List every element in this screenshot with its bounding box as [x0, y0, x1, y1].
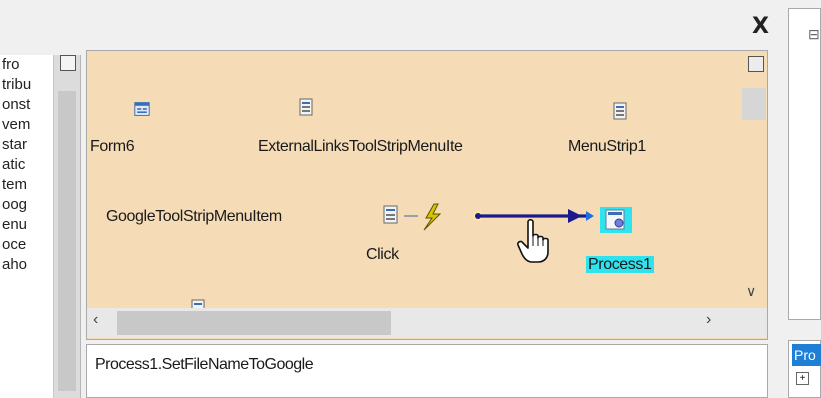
collapse-icon[interactable]: ⊟ [808, 26, 820, 43]
component-label-google[interactable]: GoogleToolStripMenuItem [106, 208, 282, 226]
right-top-panel [788, 8, 821, 320]
event-label[interactable]: Click [366, 246, 399, 264]
list-item[interactable]: tribu [0, 75, 52, 95]
scroll-down-icon[interactable]: ∨ [746, 283, 756, 300]
component-icon[interactable] [612, 102, 628, 125]
list-item[interactable]: aho [0, 255, 52, 275]
designer-canvas[interactable] [86, 50, 768, 340]
horizontal-scrollbar-thumb[interactable] [117, 311, 391, 335]
vertical-scrollbar-thumb[interactable] [742, 88, 766, 120]
lightning-icon [423, 203, 442, 231]
list-item[interactable]: oog [0, 195, 52, 215]
list-item[interactable]: fro [0, 55, 52, 75]
expand-icon[interactable]: + [796, 372, 809, 385]
form-icon[interactable] [134, 101, 150, 122]
list-item[interactable]: vem [0, 115, 52, 135]
code-text: Process1.SetFileNameToGoogle [95, 356, 314, 373]
scroll-right-icon[interactable]: › [706, 311, 711, 329]
close-button[interactable]: X [752, 16, 769, 38]
right-panel-header[interactable]: Pro [792, 344, 821, 366]
list-item[interactable]: atic [0, 155, 52, 175]
left-scrollbar-thumb[interactable] [58, 91, 76, 391]
component-label-menustrip1[interactable]: MenuStrip1 [568, 138, 646, 156]
scroll-left-icon[interactable]: ‹ [93, 311, 98, 329]
component-icon[interactable] [298, 98, 314, 121]
left-scrollbar[interactable] [53, 55, 80, 398]
hand-cursor-icon [517, 218, 549, 263]
component-label-externallinks[interactable]: ExternalLinksToolStripMenuIte [258, 138, 463, 156]
toolbar-area [0, 0, 785, 50]
list-item[interactable]: star [0, 135, 52, 155]
left-list: fro tribu onst vem star atic tem oog enu… [0, 55, 52, 275]
component-label-form6[interactable]: Form6 [90, 138, 135, 156]
list-item[interactable]: onst [0, 95, 52, 115]
canvas-toggle[interactable] [748, 56, 764, 72]
list-item[interactable]: enu [0, 215, 52, 235]
list-item[interactable]: tem [0, 175, 52, 195]
process1-selected-label[interactable]: Process1 [586, 256, 654, 273]
event-wire-diagram [404, 203, 594, 231]
list-item[interactable]: oce [0, 235, 52, 255]
collapse-toggle[interactable] [60, 55, 76, 71]
left-list-panel: fro tribu onst vem star atic tem oog enu… [0, 55, 81, 398]
process-icon[interactable] [598, 205, 634, 240]
component-label-process1[interactable]: Process1 [586, 256, 654, 274]
